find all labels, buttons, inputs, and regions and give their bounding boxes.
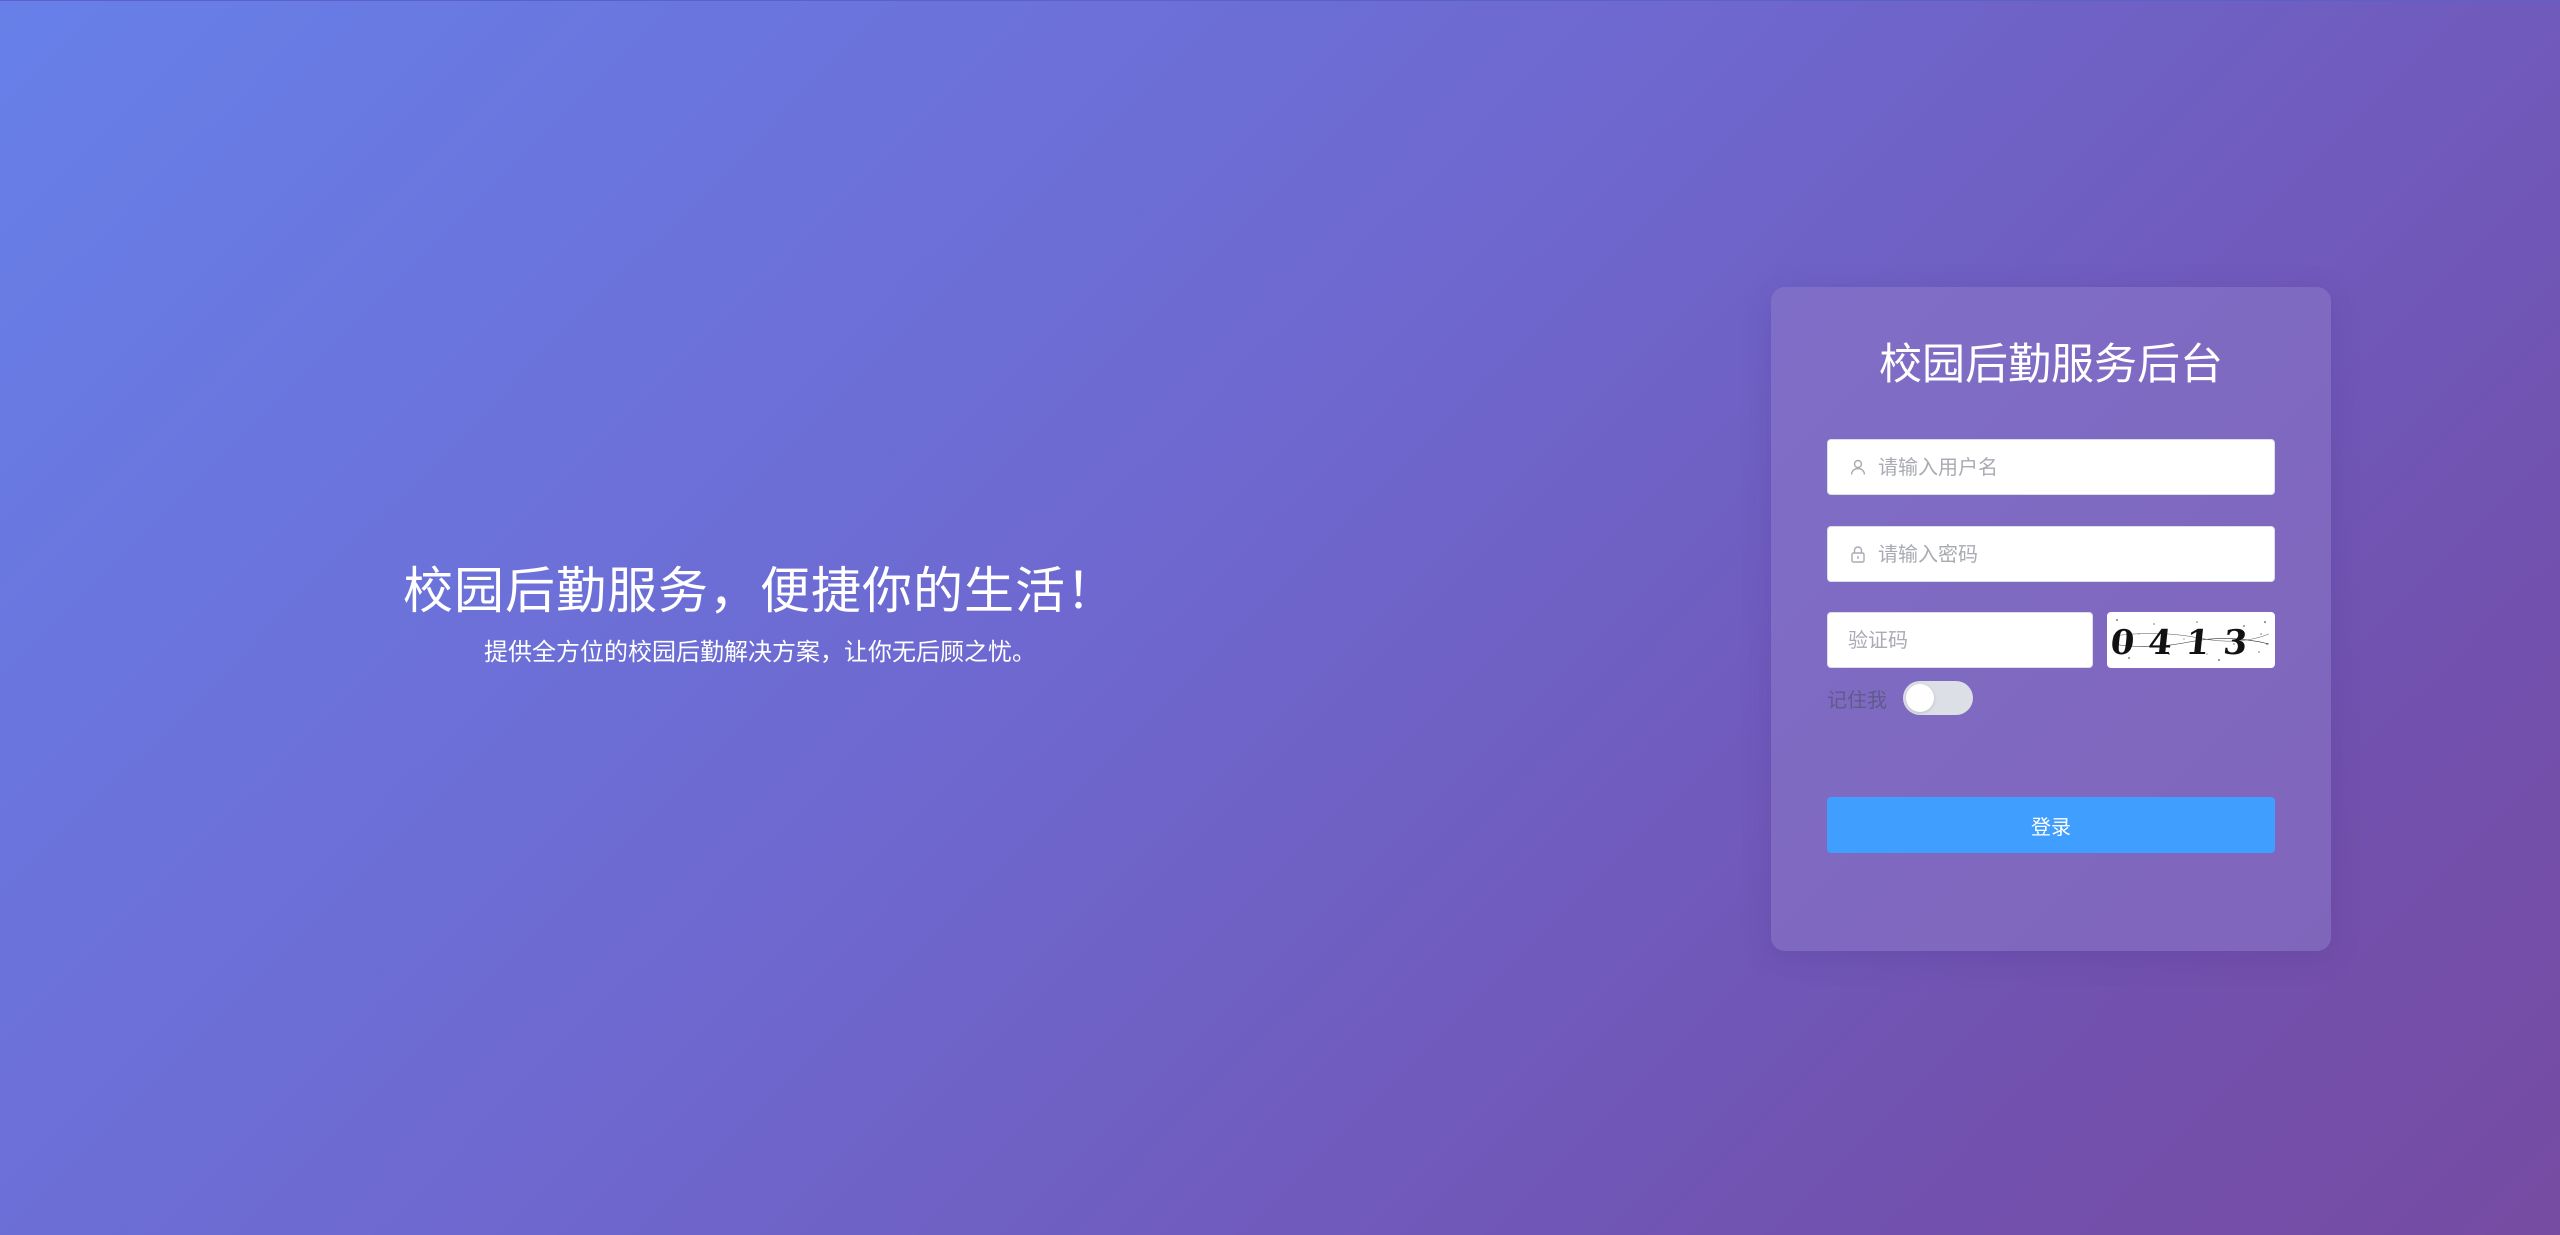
remember-me: 记住我 bbox=[1827, 680, 1973, 716]
captcha-image[interactable]: 0413 bbox=[2107, 612, 2275, 668]
remember-me-label: 记住我 bbox=[1827, 687, 1887, 712]
login-card: 校园后勤服务后台 请输入用户名 验证码 0413 记住我 登录 bbox=[1771, 287, 2331, 951]
hero-section: 校园后勤服务，便捷你的生活！ 提供全方位的校园后勤解决方案，让你无后顾之忧。 bbox=[380, 556, 1140, 670]
captcha-text: 0413 bbox=[2109, 623, 2263, 663]
toggle-knob bbox=[1906, 684, 1934, 712]
hero-subtitle: 提供全方位的校园后勤解决方案，让你无后顾之忧。 bbox=[484, 638, 1036, 666]
username-input[interactable] bbox=[1878, 440, 2274, 494]
password-input[interactable] bbox=[1878, 527, 2274, 581]
hero-title: 校园后勤服务，便捷你的生活！ bbox=[403, 562, 1117, 620]
username-field[interactable] bbox=[1827, 439, 2275, 495]
login-button[interactable]: 登录 bbox=[1827, 797, 2275, 853]
captcha-field[interactable] bbox=[1827, 612, 2097, 668]
lock-icon bbox=[1848, 544, 1868, 564]
login-title: 校园后勤服务后台 bbox=[1879, 340, 2223, 390]
password-field[interactable] bbox=[1827, 526, 2275, 582]
remember-me-toggle[interactable] bbox=[1903, 681, 1973, 715]
captcha-input[interactable] bbox=[1828, 613, 2097, 667]
user-icon bbox=[1848, 457, 1868, 477]
captcha-graphic: 0413 bbox=[2109, 619, 2270, 663]
